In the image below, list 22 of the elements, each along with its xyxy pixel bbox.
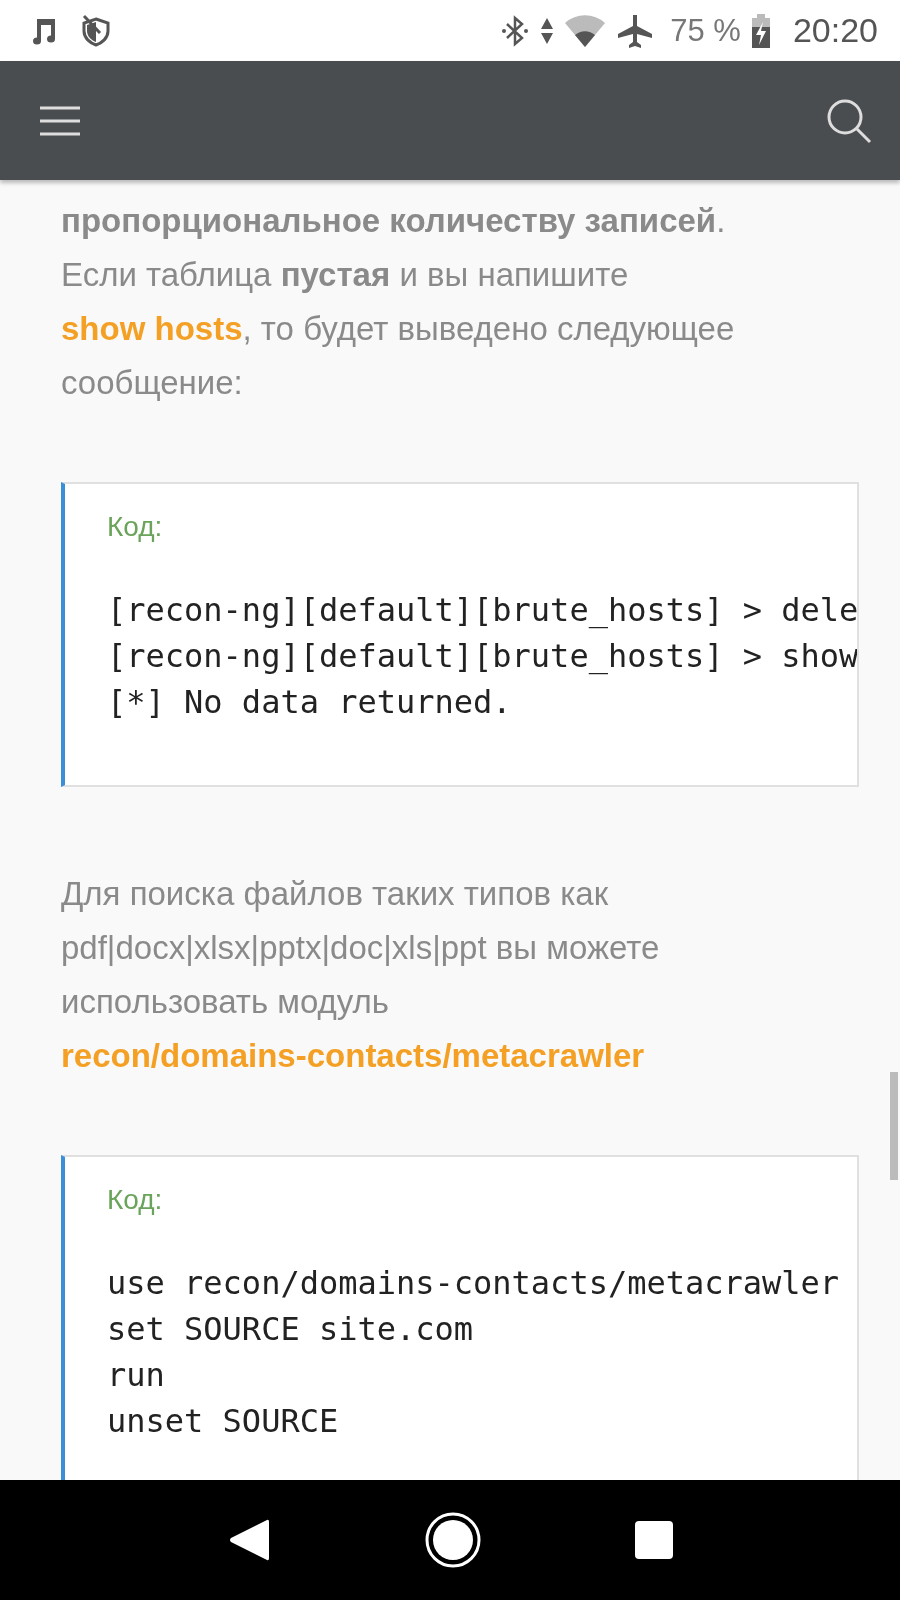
menu-icon[interactable] — [40, 105, 80, 136]
code-line: run — [107, 1355, 165, 1396]
battery-charging-icon — [750, 12, 771, 49]
code-label: Код: — [107, 510, 164, 544]
paragraph: пропорциональное количеству записей. Если таблица пустая и вы напишите show hosts, то будет выведено следующее сообщение: — [61, 201, 736, 403]
link[interactable]: recon/domains-contacts/metacrawler — [61, 1037, 645, 1074]
link[interactable]: show hosts — [61, 310, 243, 347]
wifi-icon — [564, 13, 607, 48]
code-line: unset SOURCE — [107, 1401, 339, 1442]
clock-time: 20:20 — [792, 11, 878, 50]
code-line: [recon-ng][default][brute_hosts] > dele — [107, 590, 857, 631]
bluetooth-icon — [500, 13, 531, 48]
battery-percent: 75 % — [670, 12, 741, 49]
code-label: Код: — [107, 1183, 164, 1217]
home-icon[interactable] — [425, 1512, 481, 1568]
paragraph: Для поиска файлов таких типов как pdf|docx|xlsx|pptx|doc|xls|ppt вы можете использовать модуль recon/domains-contacts/metacrawler — [61, 874, 661, 1076]
airplane-icon — [616, 12, 655, 49]
scrollbar-thumb[interactable] — [890, 1072, 898, 1180]
code-line: [*] No data returned. — [107, 682, 512, 723]
code-line: use recon/domains-contacts/metacrawler — [107, 1263, 840, 1304]
search-icon[interactable] — [826, 97, 872, 144]
code-line: set SOURCE site.com — [107, 1309, 474, 1350]
